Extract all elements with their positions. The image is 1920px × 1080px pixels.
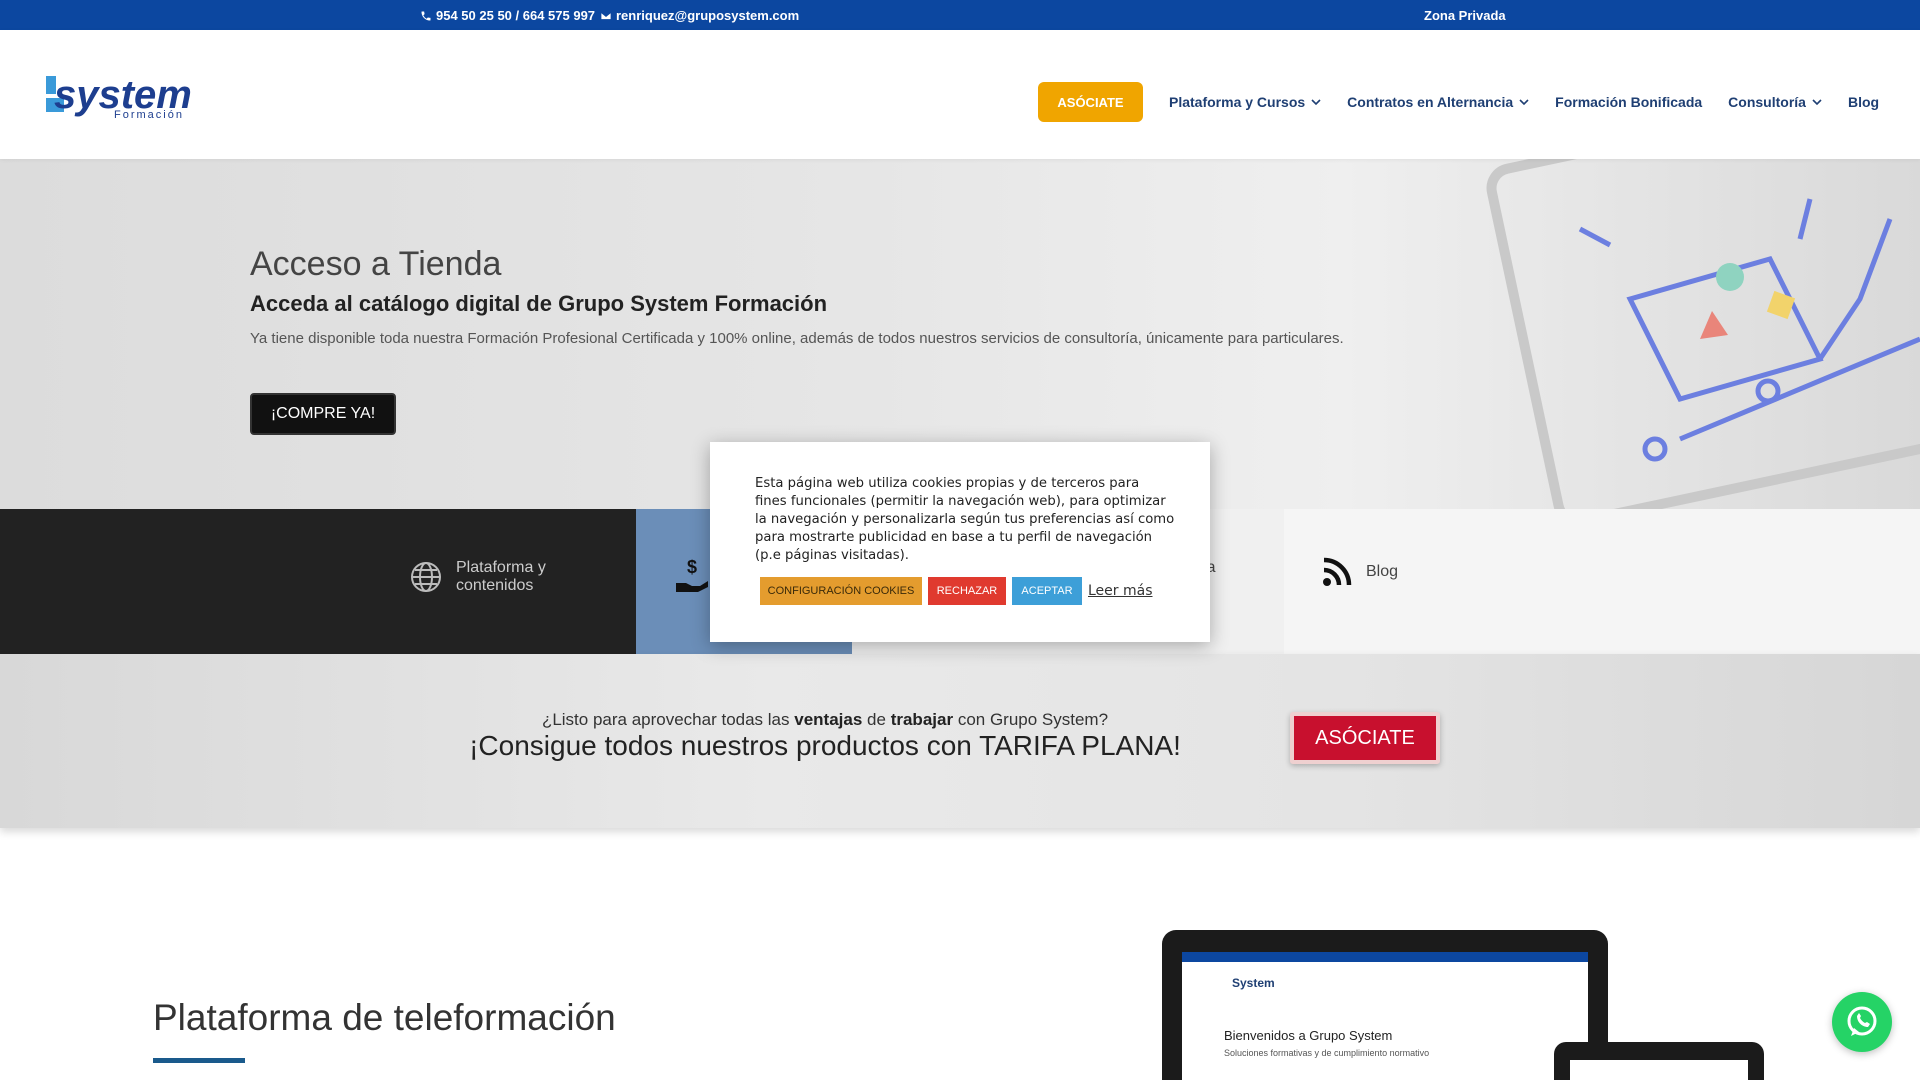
private-area-link[interactable]: Zona Privada [1424, 8, 1506, 23]
nav-label: Blog [1847, 94, 1880, 110]
mock-brand: System [1232, 976, 1275, 990]
globe-icon [411, 562, 441, 592]
email-address: renriquez@gruposystem.com [616, 8, 800, 23]
rss-feed-icon [1323, 557, 1352, 586]
service-platform-label: Plataforma y contenidos [456, 559, 546, 594]
tarifa-q-trabajar: trabajar [890, 710, 954, 729]
service-blog-label: Blog [1366, 563, 1399, 580]
chevron-down-icon [1519, 99, 1529, 106]
compre-ya-button[interactable]: ¡COMPRE YA! [250, 393, 396, 435]
nav-label: Plataforma y Cursos [1169, 94, 1306, 110]
logo-subtitle: Formación [114, 109, 184, 120]
svg-text:$: $ [687, 557, 697, 577]
laptop-screen: System Bienvenidos a Grupo System Soluci… [1182, 952, 1588, 1080]
mock-topbar [1182, 952, 1588, 962]
chevron-down-icon [1812, 99, 1822, 106]
laptop-mockup: System Bienvenidos a Grupo System Soluci… [1162, 930, 1608, 1080]
envelope-icon [600, 11, 612, 20]
nav-plataforma-cursos[interactable]: Plataforma y Cursos [1169, 94, 1321, 110]
service-blog[interactable]: Blog [1322, 557, 1398, 587]
whatsapp-icon [1847, 1006, 1877, 1036]
tablet-screen [1570, 1060, 1748, 1080]
asociate-nav-button[interactable]: ASÓCIATE [1038, 82, 1143, 122]
main-navigation: ASÓCIATE Plataforma y Cursos Contratos e… [1038, 82, 1879, 122]
tarifa-q-mid: de [867, 710, 886, 729]
cookie-consent-dialog: Esta página web utiliza cookies propias … [710, 442, 1210, 642]
nav-consultoria[interactable]: Consultoría [1728, 94, 1822, 110]
mock-subtitle: Soluciones formativas y de cumplimiento … [1224, 1048, 1430, 1058]
system-formacion-logo[interactable]: system Formación [46, 74, 208, 120]
nav-label: Contratos en Alternancia [1347, 94, 1514, 110]
site-header: system Formación ASÓCIATE Plataforma y C… [0, 30, 1920, 159]
whatsapp-chat-button[interactable] [1832, 992, 1892, 1052]
email-contact[interactable]: renriquez@gruposystem.com [600, 8, 799, 23]
hero-description: Ya tiene disponible toda nuestra Formaci… [250, 330, 1344, 347]
cookie-settings-button[interactable]: CONFIGURACIÓN COOKIES [760, 577, 922, 605]
phone-icon [421, 11, 431, 20]
hand-coin-icon[interactable]: $ [674, 557, 710, 593]
tarifa-plana-section: ¿Listo para aprovechar todas las ventaja… [0, 654, 1920, 828]
accept-cookies-button[interactable]: ACEPTAR [1012, 577, 1082, 605]
top-contact-bar: 954 50 25 50 / 664 575 997 renriquez@gru… [0, 0, 1920, 30]
reject-cookies-button[interactable]: RECHAZAR [928, 577, 1006, 605]
mock-welcome: Bienvenidos a Grupo System [1224, 1028, 1393, 1043]
hero-title: Acceso a Tienda [250, 245, 502, 283]
chevron-down-icon [1311, 99, 1321, 106]
cookie-message: Esta página web utiliza cookies propias … [755, 476, 1175, 563]
title-underline [153, 1058, 245, 1063]
nav-label: Consultoría [1728, 94, 1806, 110]
asociate-button[interactable]: ASÓCIATE [1290, 712, 1440, 764]
cookie-actions: CONFIGURACIÓN COOKIES RECHAZAR ACEPTAR L… [760, 577, 1153, 605]
shopping-cart-illustration [1486, 159, 1920, 509]
nav-formacion-bonificada[interactable]: Formación Bonificada [1555, 94, 1702, 110]
phone-number: 954 50 25 50 / 664 575 997 [436, 8, 596, 23]
tarifa-q-pre: ¿Listo para aprovechar todas las [541, 710, 790, 729]
nav-contratos-alternancia[interactable]: Contratos en Alternancia [1347, 94, 1529, 110]
phone-contact[interactable]: 954 50 25 50 / 664 575 997 [420, 8, 595, 23]
read-more-link[interactable]: Leer más [1088, 583, 1153, 599]
tarifa-q-ventajas: ventajas [794, 710, 863, 729]
tablet-mockup [1554, 1042, 1764, 1080]
hero-subtitle: Acceda al catálogo digital de Grupo Syst… [250, 291, 828, 316]
nav-blog[interactable]: Blog [1848, 94, 1879, 110]
tarifa-q-post: con Grupo System? [957, 710, 1109, 729]
platform-section-title: Plataforma de teleformación [153, 997, 616, 1038]
nav-label: Formación Bonificada [1555, 94, 1703, 110]
service-platform[interactable]: Plataforma y contenidos [410, 559, 576, 595]
